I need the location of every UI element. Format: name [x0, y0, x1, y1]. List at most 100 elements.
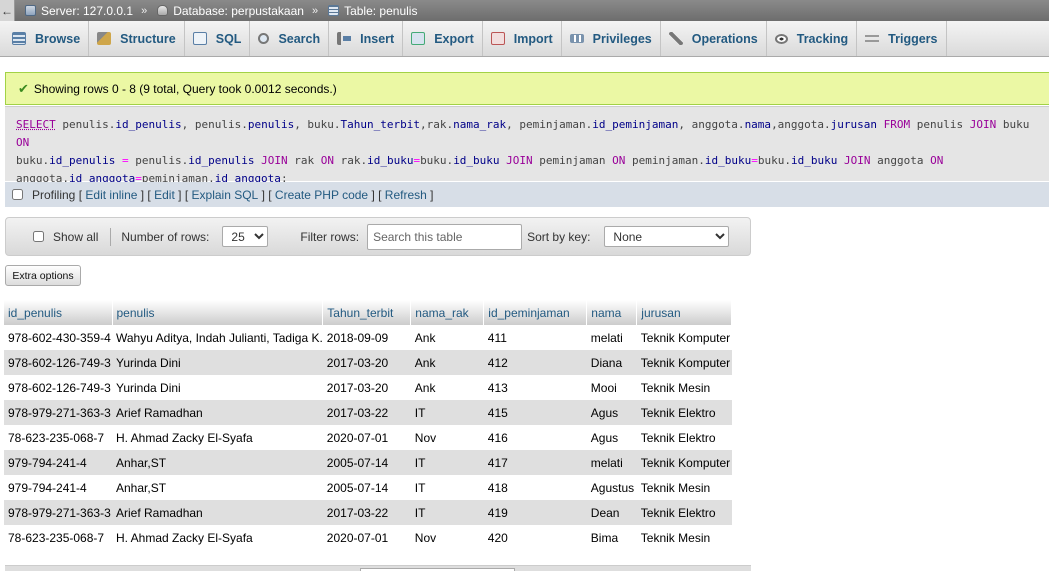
show-all-label: Show all — [53, 229, 99, 244]
rows-select[interactable]: 25 — [222, 226, 269, 247]
cell-penulis: Anhar,ST — [112, 450, 323, 475]
table-row[interactable]: 978-602-126-749-3 Yurinda Dini 2017-03-2… — [4, 375, 732, 400]
edit-inline-link[interactable]: Edit inline — [85, 188, 137, 202]
cell-jurusan: Teknik Elektro — [636, 500, 732, 525]
table-row[interactable]: 78-623-235-068-7 H. Ahmad Zacky El-Syafa… — [4, 425, 732, 450]
cell-nama: Mooi — [586, 375, 637, 400]
cell-nama: melati — [586, 450, 637, 475]
breadcrumb-database-label[interactable]: Database: perpustakaan — [173, 4, 304, 18]
tab-label: Operations — [691, 31, 758, 46]
show-all-checkbox[interactable] — [33, 231, 44, 242]
cell-nama-rak: IT — [410, 450, 484, 475]
sql-line: SELECT penulis.id_penulis, penulis.penul… — [16, 118, 1030, 149]
cell-id-peminjaman: 416 — [483, 425, 587, 450]
tab-label: Triggers — [888, 31, 938, 46]
breadcrumb-server-label[interactable]: Server: 127.0.0.1 — [41, 4, 133, 18]
cell-id-penulis: 978-979-271-363-3 — [4, 500, 112, 525]
cell-jurusan: Teknik Mesin — [636, 475, 732, 500]
navigation-panel: Show all Number of rows: 25 Filter rows:… — [5, 217, 751, 256]
cell-tahun-terbit: 2017-03-20 — [322, 375, 411, 400]
column-header-jurusan[interactable]: jurusan — [636, 300, 733, 325]
cell-nama-rak: Nov — [410, 425, 484, 450]
column-header-penulis[interactable]: penulis — [112, 300, 324, 325]
breadcrumb-database[interactable]: Database: perpustakaan » — [157, 4, 318, 18]
rows-label: Number of rows: — [121, 229, 210, 244]
explain-sql-link[interactable]: Explain SQL — [192, 188, 259, 202]
cell-tahun-terbit: 2017-03-22 — [322, 400, 411, 425]
triggers-icon — [865, 32, 880, 45]
tab-export[interactable]: Export — [403, 21, 483, 56]
breadcrumb-separator: » — [311, 4, 319, 17]
column-header-id-penulis[interactable]: id_penulis — [4, 300, 113, 325]
tab-triggers[interactable]: Triggers — [857, 21, 947, 56]
browse-icon — [12, 32, 26, 45]
insert-icon — [337, 32, 352, 45]
filter-search-input[interactable] — [367, 223, 523, 250]
create-php-code-link[interactable]: Create PHP code — [275, 188, 368, 202]
export-icon — [411, 32, 426, 45]
edit-link[interactable]: Edit — [154, 188, 175, 202]
cell-tahun-terbit: 2005-07-14 — [322, 450, 411, 475]
operations-icon — [668, 32, 683, 45]
import-icon — [490, 32, 505, 45]
divider — [110, 227, 112, 246]
table-row[interactable]: 979-794-241-4 Anhar,ST 2005-07-14 IT 418… — [4, 475, 732, 500]
cell-jurusan: Teknik Elektro — [636, 400, 732, 425]
tab-insert[interactable]: Insert — [329, 21, 404, 56]
cell-penulis: Anhar,ST — [112, 475, 323, 500]
privileges-icon — [569, 34, 584, 43]
sort-label: Sort by key: — [527, 229, 591, 244]
breadcrumb-server[interactable]: Server: 127.0.0.1 » — [25, 4, 147, 18]
table-row[interactable]: 78-623-235-068-7 H. Ahmad Zacky El-Syafa… — [4, 525, 732, 550]
table-row[interactable]: 978-979-271-363-3 Arief Ramadhan 2017-03… — [4, 500, 732, 525]
extra-options-button[interactable]: Extra options — [5, 265, 81, 286]
table-row[interactable]: 979-794-241-4 Anhar,ST 2005-07-14 IT 417… — [4, 450, 732, 475]
cell-id-peminjaman: 417 — [483, 450, 587, 475]
cell-nama: Agustus — [586, 475, 637, 500]
table-row[interactable]: 978-602-126-749-3 Yurinda Dini 2017-03-2… — [4, 350, 732, 375]
tab-search[interactable]: Search — [250, 21, 330, 56]
tab-privileges[interactable]: Privileges — [562, 21, 661, 56]
cell-id-peminjaman: 418 — [483, 475, 587, 500]
profiling-checkbox[interactable] — [12, 189, 23, 200]
tab-operations[interactable]: Operations — [661, 21, 767, 56]
tab-structure[interactable]: Structure — [89, 21, 185, 56]
back-arrow-icon[interactable]: ← — [0, 0, 15, 21]
cell-nama: Bima — [586, 525, 637, 550]
database-icon — [157, 5, 169, 16]
tab-browse[interactable]: Browse — [4, 21, 90, 56]
cell-id-penulis: 78-623-235-068-7 — [4, 425, 112, 450]
table-row[interactable]: 978-979-271-363-3 Arief Ramadhan 2017-03… — [4, 400, 732, 425]
cell-id-peminjaman: 412 — [483, 350, 587, 375]
sql-keyword[interactable]: SELECT — [16, 118, 56, 131]
column-header-id-peminjaman[interactable]: id_peminjaman — [483, 300, 588, 325]
cell-nama-rak: IT — [410, 475, 484, 500]
tab-label: Tracking — [796, 31, 849, 46]
cell-nama: melati — [586, 325, 637, 350]
tab-label: Privileges — [592, 31, 652, 46]
breadcrumb-table[interactable]: Table: penulis — [328, 4, 417, 18]
cell-tahun-terbit: 2017-03-20 — [322, 350, 411, 375]
tab-import[interactable]: Import — [483, 21, 562, 56]
tab-sql[interactable]: SQL — [185, 21, 251, 56]
cell-nama: Agus — [586, 400, 637, 425]
cell-id-peminjaman: 411 — [483, 325, 587, 350]
cell-jurusan: Teknik Mesin — [636, 375, 732, 400]
column-header-nama-rak[interactable]: nama_rak — [410, 300, 485, 325]
sort-select[interactable]: None — [604, 226, 730, 247]
table-icon — [328, 5, 340, 16]
cell-tahun-terbit: 2018-09-09 — [322, 325, 411, 350]
cell-id-penulis: 978-602-126-749-3 — [4, 350, 112, 375]
check-icon: ✔ — [18, 80, 29, 96]
tab-tracking[interactable]: Tracking — [767, 21, 858, 56]
breadcrumb-table-label[interactable]: Table: penulis — [344, 4, 417, 18]
refresh-link[interactable]: Refresh — [385, 188, 427, 202]
column-header-tahun-terbit[interactable]: Tahun_terbit — [322, 300, 412, 325]
cell-id-penulis: 979-794-241-4 — [4, 475, 112, 500]
profiling-label: Profiling — [32, 187, 76, 202]
cell-tahun-terbit: 2020-07-01 — [322, 525, 411, 550]
tab-label: Structure — [120, 31, 176, 46]
table-row[interactable]: 978-602-430-359-4 Wahyu Aditya, Indah Ju… — [4, 325, 732, 350]
cell-nama: Diana — [586, 350, 637, 375]
column-header-nama[interactable]: nama — [586, 300, 638, 325]
